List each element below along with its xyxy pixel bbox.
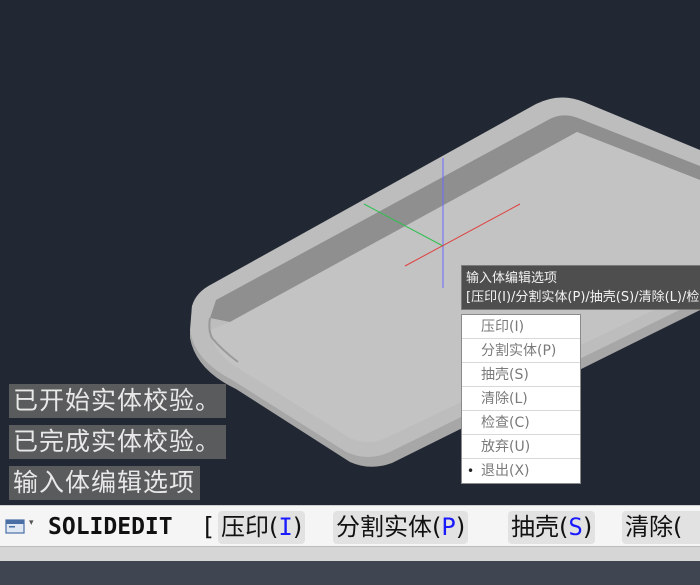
cmd-option-imprint[interactable]: 压印(I)	[218, 511, 306, 544]
chevron-down-icon[interactable]: ▾	[29, 518, 34, 528]
menu-item-label: 分割实体(P)	[481, 343, 557, 359]
history-line-3: 输入体编辑选项	[9, 466, 201, 500]
menu-item-clean[interactable]: 清除(L)	[462, 387, 580, 411]
tooltip-title: 输入体编辑选项	[466, 271, 558, 286]
command-line[interactable]: ▾ SOLIDEDIT [ 压印(I) 分割实体(P) 抽壳(S) 清除(	[0, 505, 700, 547]
history-line-1: 已开始实体校验。	[9, 384, 227, 418]
command-name: SOLIDEDIT	[48, 514, 173, 540]
menu-item-exit[interactable]: • 退出(X)	[462, 459, 580, 483]
tooltip-options: [压印(I)/分割实体(P)/抽壳(S)/清除(L)/检查(C)/放弃(U)/退…	[466, 290, 700, 305]
option-bracket: [	[204, 512, 214, 541]
cmd-option-shell[interactable]: 抽壳(S)	[508, 511, 596, 544]
cmd-option-clean[interactable]: 清除(	[622, 511, 700, 544]
dynamic-input-tooltip: 输入体编辑选项 [压印(I)/分割实体(P)/抽壳(S)/清除(L)/检查(C)…	[461, 265, 700, 310]
cmd-option-separate[interactable]: 分割实体(P)	[333, 511, 469, 544]
menu-item-label: 清除(L)	[481, 391, 528, 407]
option-menu: 压印(I) 分割实体(P) 抽壳(S) 清除(L) 检查(C) 放弃(U) • …	[461, 314, 581, 484]
menu-item-label: 退出(X)	[481, 463, 530, 479]
menu-item-check[interactable]: 检查(C)	[462, 411, 580, 435]
selected-bullet-icon: •	[467, 464, 475, 478]
menu-item-shell[interactable]: 抽壳(S)	[462, 363, 580, 387]
menu-item-undo[interactable]: 放弃(U)	[462, 435, 580, 459]
menu-item-label: 抽壳(S)	[481, 367, 529, 383]
menu-item-imprint[interactable]: 压印(I)	[462, 315, 580, 339]
menu-item-separate[interactable]: 分割实体(P)	[462, 339, 580, 363]
status-bar	[0, 547, 700, 585]
menu-item-label: 压印(I)	[481, 319, 525, 335]
command-prompt-icon[interactable]	[5, 516, 27, 536]
menu-item-label: 检查(C)	[481, 415, 530, 431]
history-line-2: 已完成实体校验。	[9, 425, 227, 459]
menu-item-label: 放弃(U)	[481, 439, 531, 455]
